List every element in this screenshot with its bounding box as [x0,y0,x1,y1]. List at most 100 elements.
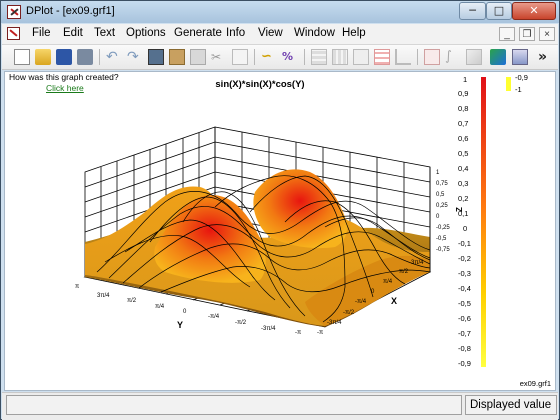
paste-icon[interactable] [169,49,185,65]
status-panel-main [6,395,462,415]
y-tick: 0 [183,309,187,315]
legend-tick: -0,4 [458,284,471,293]
copy-icon[interactable] [232,49,248,65]
y-tick: -π [295,330,301,336]
legend-top-right-label: -0,9 [515,73,528,82]
status-panel-value: Displayed value [465,395,557,415]
mdi-restore-button[interactable]: ❐ [519,27,535,41]
menu-info[interactable]: Info [226,27,245,39]
z-tick: -0,5 [436,236,447,242]
x-tick: -π/4 [355,299,367,305]
menu-window[interactable]: Window [294,27,335,39]
z-tick: 0,5 [436,192,445,198]
document-system-icon[interactable] [7,27,20,40]
legend-tick: 0,4 [458,164,468,173]
graph-area[interactable]: How was this graph created? Click here s… [4,71,556,391]
menu-generate[interactable]: Generate [174,27,222,39]
y-tick: π/2 [127,298,137,304]
x-tick: -3π/4 [327,320,342,326]
menu-text[interactable]: Text [94,27,115,39]
window-title: DPlot - [ex09.grf1] [26,5,115,17]
legend-tick: -0,2 [458,254,471,263]
redo-icon[interactable]: ↷ [127,49,143,65]
table-icon[interactable] [353,49,369,65]
legend-tick: -0,9 [458,359,471,368]
legend-tick: 0,7 [458,119,468,128]
z-tick: 0,25 [436,203,448,209]
status-bar: Displayed value [2,392,558,420]
legend-top-label: 1 [463,75,467,84]
x-axis-label: X [391,296,397,306]
mdi-minimize-button[interactable]: _ [499,27,515,41]
print-icon[interactable] [77,49,93,65]
legend-tick: -0,7 [458,329,471,338]
color-legend-bar [481,77,486,367]
legend-tick: -0,8 [458,344,471,353]
menu-file[interactable]: File [32,27,51,39]
y-axis-label: Y [177,320,183,330]
toolbar: ↶ ↷ ✂ ∽ % ∫ » [2,45,558,70]
minimize-button[interactable]: ─ [459,2,486,20]
toolbar-overflow-icon[interactable]: » [538,49,554,65]
surface-icon[interactable] [512,49,528,65]
x-tick: π/2 [399,269,409,275]
new-document-icon[interactable] [14,49,30,65]
legend-tick: -0,5 [458,299,471,308]
save-disk-icon[interactable] [56,49,72,65]
color-map-icon[interactable] [490,49,506,65]
integral-icon[interactable]: ∫ [445,49,461,65]
scissors-icon[interactable]: ✂ [211,49,227,65]
dplot-app-icon[interactable] [7,5,21,19]
legend-tick: 0,9 [458,89,468,98]
legend-tick: 0,2 [458,194,468,203]
maximize-button[interactable]: □ [486,2,512,20]
zoom-icon[interactable] [424,49,440,65]
menu-bar: File Edit Text Options Generate Info Vie… [2,24,558,45]
y-tick: -π/2 [235,320,247,326]
open-folder-icon[interactable] [35,49,51,65]
y-tick: -π/4 [208,314,220,320]
menu-options[interactable]: Options [126,27,166,39]
z-tick: -0,25 [436,225,450,231]
legend-icon[interactable] [374,49,390,65]
menu-edit[interactable]: Edit [63,27,83,39]
legend-ticks: 0,9 0,8 0,7 0,6 0,5 0,4 0,3 0,2 0,1 0 -0… [458,89,471,368]
line-icon[interactable] [466,49,482,65]
z-axis-ticks: 1 0,75 0,5 0,25 0 -0,25 -0,5 -0,75 [436,170,450,253]
curve-icon[interactable]: ∽ [261,49,277,65]
axis-icon[interactable] [395,49,411,65]
legend-tick: 0 [463,224,467,233]
grid-icon[interactable] [311,49,327,65]
legend-tick: 0,5 [458,149,468,158]
z-tick: -0,75 [436,247,450,253]
surface-mesh [85,169,431,327]
close-button[interactable]: ✕ [512,2,556,20]
x-tick: -π [317,330,323,336]
z-tick: 0 [436,214,440,220]
legend-tick: -0,1 [458,239,471,248]
legend-tick: -0,6 [458,314,471,323]
menu-view[interactable]: View [258,27,283,39]
percent-curve-icon[interactable]: % [282,49,298,65]
y-tick: π [75,284,79,290]
clipboard-icon[interactable] [190,49,206,65]
title-bar[interactable]: DPlot - [ex09.grf1] ─ □ ✕ [1,1,559,23]
graph-filename: ex09.grf1 [519,379,551,388]
undo-icon[interactable]: ↶ [106,49,122,65]
y-tick: π/4 [155,304,165,310]
print-preview-icon[interactable] [148,49,164,65]
legend-tick: -0,3 [458,269,471,278]
grid-alt-icon[interactable] [332,49,348,65]
menu-help[interactable]: Help [342,27,366,39]
application-window: DPlot - [ex09.grf1] ─ □ ✕ File Edit Text… [0,0,560,420]
y-tick: -3π/4 [261,326,276,332]
z-tick: 1 [436,170,440,176]
legend-tick: 0,6 [458,134,468,143]
surface-plot: 1 0,75 0,5 0,25 0 -0,25 -0,5 -0,75 Z π 3… [75,73,528,368]
legend-top-right-label-2: -1 [515,85,522,94]
mdi-close-button[interactable]: × [539,27,555,41]
x-tick: -π/2 [343,310,355,316]
legend-tick: 0,8 [458,104,468,113]
x-tick: 3π/4 [411,260,424,266]
legend-swatch-low [506,77,511,91]
